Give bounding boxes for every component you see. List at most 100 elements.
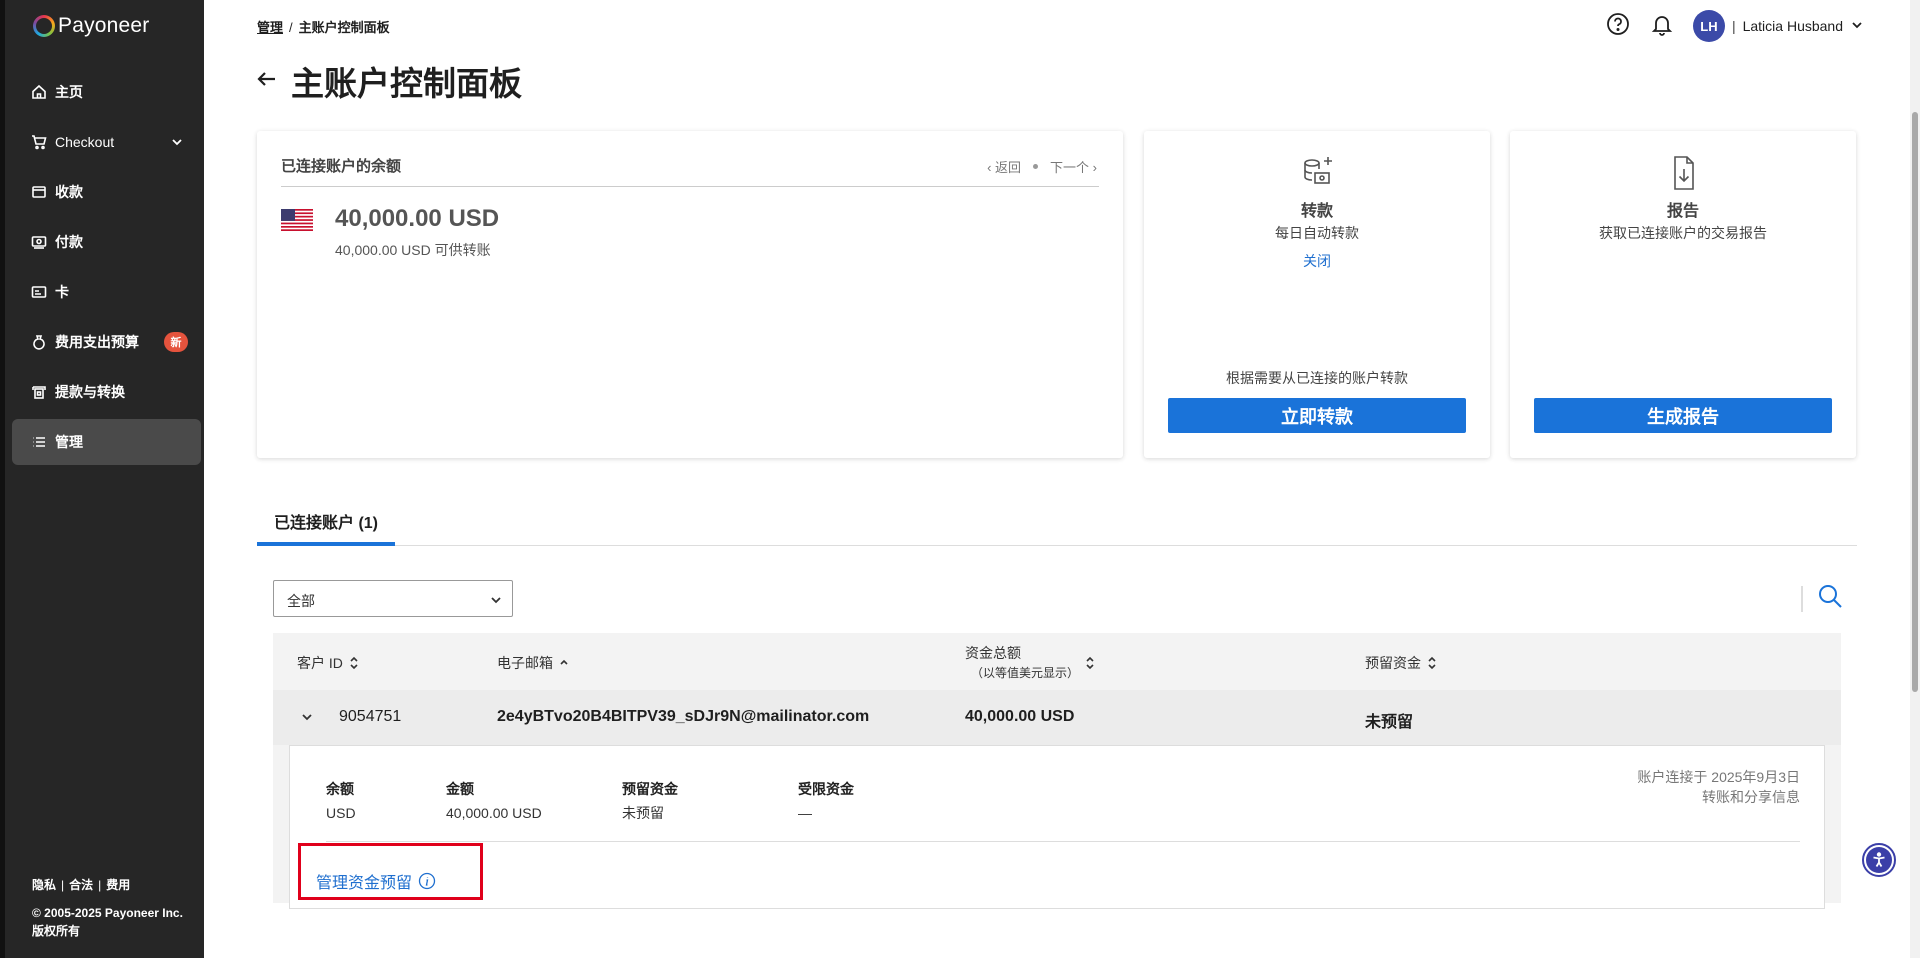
row-customer-id: 9054751 bbox=[339, 708, 402, 725]
footer-links: 隐私 | 合法 | 费用 bbox=[32, 878, 131, 892]
sidebar-item-budget[interactable]: 费用支出预算 新 bbox=[12, 319, 201, 365]
budget-icon bbox=[31, 334, 47, 350]
sidebar-item-label: 管理 bbox=[55, 434, 83, 450]
detail-connection-info: 账户连接于 2025年9月3日 转账和分享信息 bbox=[1637, 767, 1800, 807]
row-email: 2e4yBTvo20B4BITPV39_sDJr9N@mailinator.co… bbox=[497, 708, 870, 725]
new-badge: 新 bbox=[164, 332, 188, 352]
accessibility-button[interactable] bbox=[1862, 843, 1896, 877]
report-title: 报告 bbox=[1666, 203, 1699, 220]
sidebar-item-manage[interactable]: 管理 bbox=[12, 419, 201, 465]
next-button[interactable]: 下一个 › bbox=[1050, 157, 1097, 176]
row-detail-panel: 余额 USD 金额 40,000.00 USD 预留资金 未预留 受限资金 — … bbox=[273, 745, 1841, 909]
top-right-toolbar: LH | Laticia Husband bbox=[1605, 10, 1864, 42]
privacy-link[interactable]: 隐私 bbox=[32, 878, 56, 892]
prev-button[interactable]: ‹ 返回 bbox=[987, 157, 1021, 176]
page-scrollbar[interactable] bbox=[1910, 0, 1920, 958]
fees-link[interactable]: 费用 bbox=[106, 878, 130, 892]
header-customer-id[interactable]: 客户 ID bbox=[297, 653, 360, 673]
avatar: LH bbox=[1692, 10, 1725, 42]
sidebar-item-pay[interactable]: 付款 bbox=[12, 219, 201, 265]
transfer-title: 转款 bbox=[1300, 203, 1333, 220]
sidebar-item-label: 卡 bbox=[55, 284, 69, 300]
account-filter-select[interactable]: 全部 bbox=[273, 580, 513, 617]
generate-report-button[interactable]: 生成报告 bbox=[1534, 398, 1832, 433]
detail-amount: 金额 40,000.00 USD bbox=[446, 781, 542, 821]
search-icon[interactable] bbox=[1817, 583, 1843, 614]
transfer-icon bbox=[1144, 153, 1490, 193]
transfer-now-button[interactable]: 立即转款 bbox=[1168, 398, 1466, 433]
sharing-info-link[interactable]: 转账和分享信息 bbox=[1637, 787, 1800, 807]
sidebar: Payoneer 主页 Checkout 收款 付款 卡 费用支出预算 新 提款… bbox=[0, 0, 204, 958]
back-arrow-icon[interactable] bbox=[255, 67, 279, 96]
legal-link[interactable]: 合法 bbox=[69, 878, 93, 892]
sidebar-item-withdraw[interactable]: 提款与转换 bbox=[12, 369, 201, 415]
tabs: 已连接账户 (1) bbox=[257, 495, 1857, 546]
sort-icon bbox=[1086, 656, 1094, 670]
sidebar-item-label: 收款 bbox=[55, 184, 83, 200]
page-header: 主账户控制面板 bbox=[255, 57, 522, 105]
sidebar-item-card[interactable]: 卡 bbox=[12, 269, 201, 315]
report-icon bbox=[1510, 153, 1856, 193]
tab-connected-accounts[interactable]: 已连接账户 (1) bbox=[257, 495, 395, 546]
balance-card-header: 已连接账户的余额 ‹ 返回 下一个 › bbox=[281, 155, 1099, 187]
pager-dot bbox=[1033, 164, 1039, 169]
balance-card-title: 已连接账户的余额 bbox=[281, 158, 402, 175]
report-subtitle: 获取已连接账户的交易报告 bbox=[1599, 225, 1767, 241]
pay-icon bbox=[31, 234, 47, 250]
table-header: 客户 ID 电子邮箱 资金总额 （以等值美元显示） 预留资金 bbox=[273, 633, 1841, 690]
rights-reserved: 版权所有 bbox=[32, 924, 81, 938]
sidebar-item-label: 提款与转换 bbox=[55, 384, 125, 400]
row-total-funds: 40,000.00 USD bbox=[965, 708, 1075, 725]
transfer-card: 转款 每日自动转款 关闭 根据需要从已连接的账户转款 立即转款 bbox=[1144, 131, 1490, 458]
scrollbar-thumb[interactable] bbox=[1912, 112, 1918, 692]
auto-transfer-status-link[interactable]: 关闭 bbox=[1144, 251, 1490, 271]
header-email[interactable]: 电子邮箱 bbox=[497, 653, 570, 673]
search-divider bbox=[1801, 585, 1803, 612]
logo-text: Payoneer bbox=[58, 14, 150, 37]
cart-icon bbox=[31, 134, 47, 150]
help-icon[interactable] bbox=[1605, 11, 1631, 42]
sidebar-footer: 隐私 | 合法 | 费用 © 2005-2025 Payoneer Inc. 版权所有 bbox=[32, 876, 183, 940]
user-name: Laticia Husband bbox=[1742, 18, 1843, 34]
copyright: © 2005-2025 Payoneer Inc. bbox=[32, 906, 183, 920]
detail-restricted: 受限资金 — bbox=[798, 781, 854, 821]
sort-icon bbox=[350, 656, 358, 670]
transfer-note: 根据需要从已连接的账户转款 bbox=[1226, 370, 1408, 386]
card-icon bbox=[31, 284, 47, 300]
logo-ring-icon bbox=[33, 15, 55, 37]
user-separator: | bbox=[1731, 18, 1736, 34]
row-detail-content: 余额 USD 金额 40,000.00 USD 预留资金 未预留 受限资金 — … bbox=[289, 745, 1825, 909]
chevron-down-icon[interactable] bbox=[171, 135, 183, 147]
sidebar-item-checkout[interactable]: Checkout bbox=[12, 119, 201, 165]
breadcrumb-manage-link[interactable]: 管理 bbox=[257, 20, 283, 35]
header-total-funds[interactable]: 资金总额 （以等值美元显示） bbox=[965, 643, 1096, 683]
sidebar-item-home[interactable]: 主页 bbox=[12, 69, 201, 115]
manage-reserve-link[interactable]: 管理资金预留 bbox=[316, 869, 436, 893]
report-card: 报告 获取已连接账户的交易报告 生成报告 bbox=[1510, 131, 1856, 458]
connected-date: 账户连接于 2025年9月3日 bbox=[1637, 769, 1800, 785]
table-row[interactable]: 9054751 2e4yBTvo20B4BITPV39_sDJr9N@maili… bbox=[273, 690, 1841, 745]
detail-divider bbox=[326, 841, 1800, 842]
connected-balance-card: 已连接账户的余额 ‹ 返回 下一个 › 40,000.00 USD 40,000… bbox=[257, 131, 1123, 458]
breadcrumb-current: 主账户控制面板 bbox=[298, 20, 390, 35]
payoneer-logo[interactable]: Payoneer bbox=[33, 14, 150, 38]
breadcrumb: 管理 / 主账户控制面板 bbox=[257, 20, 390, 35]
sidebar-item-label: 费用支出预算 bbox=[55, 334, 139, 350]
user-menu[interactable]: LH | Laticia Husband bbox=[1692, 10, 1864, 42]
header-reserved-funds[interactable]: 预留资金 bbox=[1365, 653, 1438, 673]
list-icon bbox=[31, 434, 47, 450]
available-amount: 40,000.00 USD 可供转账 bbox=[335, 242, 491, 258]
expand-chevron-icon[interactable] bbox=[300, 710, 314, 729]
chevron-down-icon bbox=[490, 593, 502, 609]
balance-pager: ‹ 返回 下一个 › bbox=[987, 157, 1097, 176]
main-content: 管理 / 主账户控制面板 主账户控制面板 LH | Laticia Husband … bbox=[204, 0, 1920, 958]
bell-icon[interactable] bbox=[1649, 11, 1675, 42]
sidebar-item-label: 付款 bbox=[55, 234, 83, 250]
page-title: 主账户控制面板 bbox=[291, 65, 522, 102]
sidebar-item-receive[interactable]: 收款 bbox=[12, 169, 201, 215]
sort-ascending-icon bbox=[560, 659, 568, 665]
receive-icon bbox=[31, 184, 47, 200]
sort-icon bbox=[1428, 656, 1436, 670]
home-icon bbox=[31, 84, 47, 100]
sidebar-nav: 主页 Checkout 收款 付款 卡 费用支出预算 新 提款与转换 管理 bbox=[12, 69, 201, 469]
